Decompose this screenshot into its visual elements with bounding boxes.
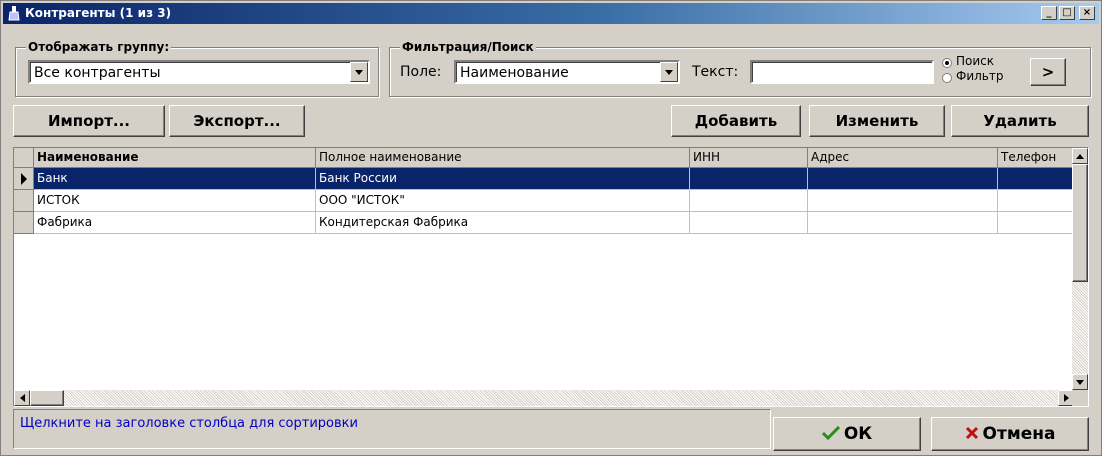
cross-icon <box>965 426 978 440</box>
scroll-left-button[interactable] <box>14 390 30 406</box>
ok-button[interactable]: ОК <box>773 417 921 451</box>
arrow-down-icon <box>1076 380 1084 385</box>
vertical-scroll-thumb[interactable] <box>1072 164 1088 282</box>
window-title: Контрагенты (1 из 3) <box>25 6 172 20</box>
scrollbar-corner <box>1072 390 1088 406</box>
maximize-button[interactable]: □ <box>1059 6 1075 20</box>
field-label: Поле: <box>400 64 442 80</box>
delete-button[interactable]: Удалить <box>951 105 1089 137</box>
cell-address <box>808 168 998 190</box>
column-header-inn[interactable]: ИНН <box>690 148 808 168</box>
table-row[interactable]: Банк Банк России <box>14 168 1074 190</box>
chevron-down-icon <box>355 70 363 75</box>
group-select[interactable]: Все контрагенты <box>28 60 370 84</box>
cancel-button[interactable]: Отмена <box>931 417 1089 451</box>
column-header-name[interactable]: Наименование <box>34 148 316 168</box>
cell-phone <box>998 168 1074 190</box>
search-box-label: Фильтрация/Поиск <box>400 40 536 54</box>
cell-full-name: ООО "ИСТОК" <box>316 190 690 212</box>
row-indicator-header <box>14 148 34 168</box>
horizontal-scroll-thumb[interactable] <box>30 390 64 406</box>
cell-full-name: Банк России <box>316 168 690 190</box>
cell-name: Фабрика <box>34 212 316 234</box>
scroll-up-button[interactable] <box>1072 148 1088 164</box>
row-indicator <box>14 190 34 212</box>
check-icon <box>821 425 840 441</box>
maximize-icon: □ <box>1062 7 1072 18</box>
edit-button[interactable]: Изменить <box>809 105 945 137</box>
search-box: Фильтрация/Поиск Поле: Наименование Текс… <box>389 40 1091 97</box>
cell-name: Банк <box>34 168 316 190</box>
minimize-icon: _ <box>1046 7 1052 18</box>
cell-address <box>808 190 998 212</box>
close-icon: × <box>1082 7 1092 18</box>
title-bar[interactable]: Контрагенты (1 из 3) _ □ × <box>3 3 1099 24</box>
row-indicator <box>14 168 34 190</box>
export-button[interactable]: Экспорт... <box>169 105 305 137</box>
group-filter-box: Отображать группу: Все контрагенты <box>15 40 379 97</box>
group-select-dropdown-button[interactable] <box>350 62 368 82</box>
arrow-right-icon <box>1064 394 1069 402</box>
search-text-input[interactable] <box>750 60 934 84</box>
minimize-button[interactable]: _ <box>1041 6 1057 20</box>
column-header-address[interactable]: Адрес <box>808 148 998 168</box>
ok-label: ОК <box>843 424 873 444</box>
search-mode-label: Поиск <box>956 54 995 68</box>
arrow-up-icon <box>1076 154 1084 159</box>
status-hint: Щелкните на заголовке столбца для сортир… <box>20 416 358 431</box>
field-select-value: Наименование <box>460 65 569 81</box>
group-filter-label: Отображать группу: <box>26 40 172 54</box>
cell-phone <box>998 190 1074 212</box>
cell-address <box>808 212 998 234</box>
text-label: Текст: <box>692 64 739 80</box>
cell-name: ИСТОК <box>34 190 316 212</box>
row-indicator <box>14 212 34 234</box>
filter-mode-label: Фильтр <box>956 69 1004 83</box>
cell-inn <box>690 168 808 190</box>
search-mode-radio[interactable] <box>942 58 952 68</box>
vertical-scrollbar[interactable] <box>1072 148 1088 390</box>
add-button[interactable]: Добавить <box>671 105 801 137</box>
column-header-full-name[interactable]: Полное наименование <box>316 148 690 168</box>
close-button[interactable]: × <box>1079 6 1095 20</box>
cell-full-name: Кондитерская Фабрика <box>316 212 690 234</box>
field-select[interactable]: Наименование <box>454 60 680 84</box>
field-select-dropdown-button[interactable] <box>660 62 678 82</box>
column-header-phone[interactable]: Телефон <box>998 148 1074 168</box>
import-button[interactable]: Импорт... <box>13 105 165 137</box>
contractors-window: Контрагенты (1 из 3) _ □ × Отображать гр… <box>0 0 1102 456</box>
scroll-down-button[interactable] <box>1072 374 1088 390</box>
cell-inn <box>690 212 808 234</box>
table-row[interactable]: Фабрика Кондитерская Фабрика <box>14 212 1074 234</box>
chevron-down-icon <box>665 70 673 75</box>
group-select-value: Все контрагенты <box>34 65 161 81</box>
table-row[interactable]: ИСТОК ООО "ИСТОК" <box>14 190 1074 212</box>
contractors-table[interactable]: Наименование Полное наименование ИНН Адр… <box>13 147 1089 407</box>
filter-mode-radio[interactable] <box>942 73 952 83</box>
app-icon <box>8 6 20 21</box>
horizontal-scrollbar[interactable] <box>14 390 1074 406</box>
cell-inn <box>690 190 808 212</box>
status-bar: Щелкните на заголовке столбца для сортир… <box>13 409 771 449</box>
cancel-label: Отмена <box>982 424 1056 444</box>
search-go-button[interactable]: > <box>1030 58 1066 86</box>
cell-phone <box>998 212 1074 234</box>
arrow-left-icon <box>20 394 25 402</box>
current-row-arrow-icon <box>21 173 27 185</box>
